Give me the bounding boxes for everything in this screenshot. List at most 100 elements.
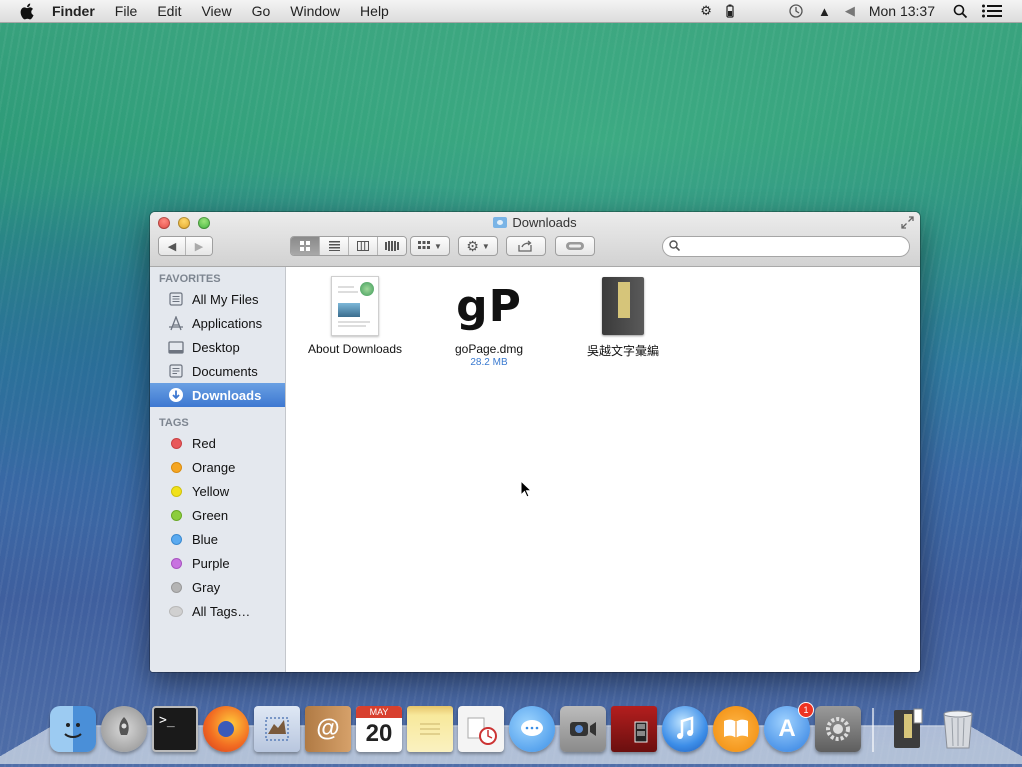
- sidebar-item-label: Blue: [192, 531, 219, 547]
- facetime-dock-icon[interactable]: [560, 706, 606, 752]
- sidebar-item-documents[interactable]: Documents: [150, 359, 285, 383]
- dock-separator: [872, 708, 874, 752]
- sidebar-tag-gray[interactable]: Gray: [150, 575, 285, 599]
- launchpad-dock-icon[interactable]: [101, 706, 147, 752]
- notes-dock-icon[interactable]: [407, 706, 453, 752]
- all-my-files-icon: [167, 292, 185, 306]
- sidebar-item-label: Documents: [192, 363, 258, 379]
- forward-button[interactable]: ▶: [186, 237, 212, 255]
- chevron-down-icon: ▼: [481, 241, 490, 251]
- calendar-day: 20: [365, 720, 393, 747]
- sidebar-tag-purple[interactable]: Purple: [150, 551, 285, 575]
- sidebar-item-label: Gray: [192, 579, 221, 595]
- sidebar-item-label: All Tags…: [192, 603, 251, 619]
- trash-dock-icon[interactable]: [935, 706, 981, 752]
- search-field[interactable]: [662, 236, 910, 257]
- itunes-dock-icon[interactable]: [662, 706, 708, 752]
- sidebar-tag-orange[interactable]: Orange: [150, 455, 285, 479]
- window-title: Downloads: [150, 215, 920, 230]
- yellow-tag-icon: [170, 485, 182, 497]
- menu-file[interactable]: File: [115, 3, 138, 19]
- sidebar-item-desktop[interactable]: Desktop: [150, 335, 285, 359]
- document-icon: [331, 276, 379, 336]
- list-view-button[interactable]: [320, 237, 349, 255]
- battery-icon[interactable]: [726, 4, 734, 18]
- search-input[interactable]: [684, 238, 898, 255]
- chevron-down-icon: ▼: [434, 241, 442, 251]
- photo-booth-dock-icon[interactable]: [611, 706, 657, 752]
- eject-icon[interactable]: ▲: [818, 4, 831, 19]
- sidebar-item-applications[interactable]: Applications: [150, 311, 285, 335]
- menu-go[interactable]: Go: [252, 3, 271, 19]
- gear-icon[interactable]: ⚙: [700, 3, 712, 19]
- firefox-dock-icon[interactable]: [203, 706, 249, 752]
- sidebar-all-tags[interactable]: All Tags…: [150, 599, 285, 623]
- share-button[interactable]: [506, 236, 546, 256]
- search-icon: [669, 239, 681, 254]
- menu-view[interactable]: View: [201, 3, 231, 19]
- edit-tags-button[interactable]: [555, 236, 595, 256]
- downloads-folder-icon: [493, 217, 508, 228]
- title-bar[interactable]: Downloads ◀ ▶ ▼ ⚙ ▼: [150, 212, 920, 267]
- spotlight-search-icon[interactable]: [953, 4, 968, 19]
- green-tag-icon: [170, 509, 182, 521]
- menubar-clock[interactable]: Mon 13:37: [869, 3, 935, 19]
- reminders-dock-icon[interactable]: [458, 706, 504, 752]
- orange-tag-icon: [170, 461, 182, 473]
- dock: >_ @ MAY 20 A 1: [0, 700, 1022, 767]
- notification-center-icon[interactable]: [982, 4, 1002, 18]
- gopage-app-icon: gP: [456, 280, 522, 332]
- sidebar-tag-blue[interactable]: Blue: [150, 527, 285, 551]
- file-item[interactable]: gP goPage.dmg 28.2 MB: [424, 275, 554, 369]
- sidebar-item-label: Green: [192, 507, 229, 523]
- menu-edit[interactable]: Edit: [157, 3, 181, 19]
- column-view-button[interactable]: [349, 237, 378, 255]
- tags-header: TAGS: [159, 417, 189, 429]
- arrange-button[interactable]: ▼: [410, 236, 450, 256]
- menu-help[interactable]: Help: [360, 3, 389, 19]
- time-machine-icon[interactable]: [788, 3, 804, 19]
- sidebar-item-label: Purple: [192, 555, 230, 571]
- red-tag-icon: [170, 437, 182, 449]
- calendar-dock-icon[interactable]: MAY 20: [356, 706, 402, 752]
- sidebar-item-label: Downloads: [192, 387, 262, 403]
- file-browser[interactable]: About Downloads gP goPage.dmg 28.2 MB 吳越…: [286, 267, 920, 672]
- documents-icon: [167, 364, 185, 378]
- ibooks-dock-icon[interactable]: [713, 706, 759, 752]
- apple-menu-icon[interactable]: [17, 2, 35, 20]
- sidebar: FAVORITES All My Files Applications Desk…: [150, 267, 286, 672]
- gray-tag-icon: [170, 581, 182, 593]
- cover-flow-view-button[interactable]: [378, 237, 406, 255]
- mail-dock-icon[interactable]: [254, 706, 300, 752]
- action-button[interactable]: ⚙ ▼: [458, 236, 498, 256]
- blue-tag-icon: [170, 533, 182, 545]
- sidebar-item-all-my-files[interactable]: All My Files: [150, 287, 285, 311]
- sidebar-item-label: All My Files: [192, 291, 259, 307]
- file-name: About Downloads: [307, 342, 403, 356]
- menu-finder[interactable]: Finder: [52, 3, 95, 19]
- system-preferences-dock-icon[interactable]: [815, 706, 861, 752]
- sidebar-item-downloads[interactable]: Downloads: [150, 383, 285, 407]
- back-button[interactable]: ◀: [159, 237, 186, 255]
- finder-window: Downloads ◀ ▶ ▼ ⚙ ▼ FAVORITES All My Fil…: [150, 212, 920, 672]
- terminal-dock-icon[interactable]: >_: [152, 706, 198, 752]
- fullscreen-icon[interactable]: [901, 216, 914, 232]
- menu-window[interactable]: Window: [290, 3, 340, 19]
- sidebar-tag-red[interactable]: Red: [150, 431, 285, 455]
- app-store-dock-icon[interactable]: A 1: [764, 702, 814, 752]
- mouse-pointer-icon: [520, 479, 533, 501]
- book-document-dock-icon[interactable]: [884, 706, 930, 752]
- sidebar-item-label: Red: [192, 435, 216, 451]
- file-item[interactable]: 吳越文字彙編: [558, 275, 688, 359]
- sidebar-tag-yellow[interactable]: Yellow: [150, 479, 285, 503]
- finder-dock-icon[interactable]: [50, 706, 96, 752]
- file-item[interactable]: About Downloads: [290, 275, 420, 356]
- messages-dock-icon[interactable]: [509, 706, 555, 752]
- icon-view-button[interactable]: [291, 237, 320, 255]
- purple-tag-icon: [170, 557, 182, 569]
- contacts-dock-icon[interactable]: @: [305, 706, 351, 752]
- sidebar-tag-green[interactable]: Green: [150, 503, 285, 527]
- calendar-month: MAY: [356, 706, 402, 718]
- app-store-badge: 1: [798, 702, 814, 718]
- volume-icon[interactable]: ◀: [845, 3, 855, 19]
